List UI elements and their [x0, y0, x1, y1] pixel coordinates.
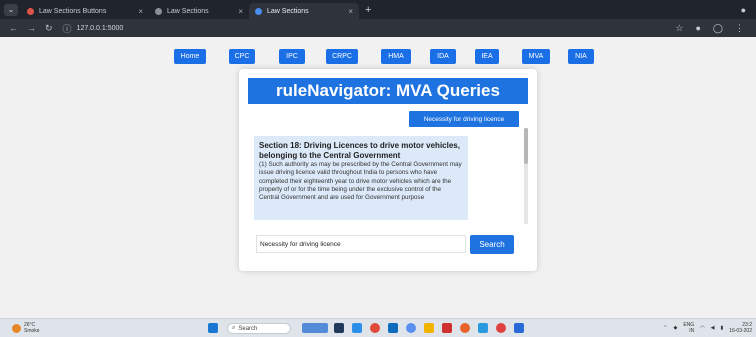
- region-code: IN: [689, 328, 695, 334]
- search-button[interactable]: Search: [470, 235, 514, 254]
- weather-widget[interactable]: 26°C Smoke: [12, 322, 40, 334]
- app-icon-red[interactable]: [496, 323, 506, 333]
- chevron-up-icon[interactable]: ⌃: [663, 325, 667, 331]
- app-icon-orange[interactable]: [460, 323, 470, 333]
- battery-icon[interactable]: ▮: [720, 325, 723, 331]
- query-suggestion-button[interactable]: Necessity for driving licence: [409, 111, 519, 127]
- nav-button-ida[interactable]: IDA: [430, 49, 456, 64]
- nav-button-ipc[interactable]: IPC: [279, 49, 305, 64]
- result-heading: Section 18: Driving Licences to drive mo…: [259, 141, 460, 160]
- copilot-icon[interactable]: [406, 323, 416, 333]
- query-input[interactable]: [256, 235, 466, 253]
- site-info-icon[interactable]: ⓘ: [63, 22, 72, 35]
- windows-start-icon[interactable]: [208, 323, 218, 333]
- youtube-icon[interactable]: [442, 323, 452, 333]
- language-indicator[interactable]: ENG IN: [683, 322, 694, 334]
- bookmark-star-icon[interactable]: ☆: [675, 23, 683, 34]
- nav-button-mva[interactable]: MVA: [522, 49, 550, 64]
- taskbar-search[interactable]: ⌕ Search: [227, 323, 291, 334]
- page-title: ruleNavigator: MVA Queries: [248, 78, 528, 104]
- extension-icon[interactable]: ●: [695, 23, 700, 34]
- weather-desc: Smoke: [24, 328, 40, 334]
- file-explorer-icon[interactable]: [424, 323, 434, 333]
- forward-icon[interactable]: →: [27, 23, 36, 33]
- reload-icon[interactable]: ↻: [45, 23, 53, 34]
- url-text[interactable]: 127.0.0.1:5000: [77, 25, 124, 32]
- tab-law-sections-active[interactable]: Law Sections ×: [249, 3, 359, 19]
- browser-tab-bar: ⌄ Law Sections Buttons × Law Sections × …: [0, 0, 756, 19]
- clock[interactable]: 23:2 16-03-202: [729, 322, 752, 334]
- chrome-icon[interactable]: [370, 323, 380, 333]
- menu-icon[interactable]: ⋮: [735, 23, 744, 34]
- tab-favicon: [255, 7, 262, 15]
- profile-icon[interactable]: ●: [741, 5, 746, 15]
- tab-label: Law Sections Buttons: [39, 7, 107, 15]
- tab-law-sections[interactable]: Law Sections ×: [149, 3, 249, 19]
- volume-icon[interactable]: ◀: [711, 325, 715, 331]
- windows-taskbar: 26°C Smoke ⌕ Search ⌃ ◆ ENG IN ◠ ◀ ▮ 23:…: [0, 318, 756, 337]
- tab-actions-menu[interactable]: ⌄: [4, 3, 18, 16]
- system-tray: ⌃ ◆ ENG IN ◠ ◀ ▮ 23:2 16-03-202: [663, 322, 752, 334]
- tab-label: Law Sections: [167, 7, 209, 15]
- nav-button-iea[interactable]: IEA: [475, 49, 499, 64]
- back-icon[interactable]: ←: [9, 23, 18, 33]
- nav-button-crpc[interactable]: CRPC: [326, 49, 358, 64]
- law-nav-bar: Home CPC IPC CRPC HMA IDA IEA MVA NIA: [0, 49, 756, 65]
- widgets-icon[interactable]: [302, 323, 328, 333]
- url-box[interactable]: ⓘ 127.0.0.1:5000: [61, 22, 124, 34]
- taskbar-search-label: Search: [238, 325, 258, 332]
- close-icon[interactable]: ×: [138, 7, 143, 16]
- result-body: (1) Such authority as may be prescribed …: [259, 161, 462, 202]
- result-section: Section 18: Driving Licences to drive mo…: [254, 136, 468, 220]
- vscode-icon[interactable]: [514, 323, 524, 333]
- profile-avatar-icon[interactable]: ◯: [713, 23, 723, 34]
- clock-date: 16-03-202: [729, 328, 752, 334]
- search-icon: ⌕: [232, 325, 236, 331]
- nav-button-hma[interactable]: HMA: [381, 49, 411, 64]
- tab-law-sections-buttons[interactable]: Law Sections Buttons ×: [21, 3, 149, 19]
- weather-sun-icon: [12, 323, 21, 333]
- results-scrollbar-thumb[interactable]: [524, 128, 528, 164]
- tab-favicon: [27, 7, 34, 15]
- close-icon[interactable]: ×: [238, 7, 243, 16]
- tab-favicon: [155, 7, 162, 15]
- app-icon-blue[interactable]: [478, 323, 488, 333]
- nav-button-cpc[interactable]: CPC: [229, 49, 255, 64]
- nav-button-home[interactable]: Home: [174, 49, 206, 64]
- browser-address-bar: ← → ↻ ⓘ 127.0.0.1:5000 ☆ ● ◯ ⋮: [0, 19, 756, 37]
- chat-icon[interactable]: [352, 323, 362, 333]
- edge-icon[interactable]: [388, 323, 398, 333]
- tray-app-icon[interactable]: ◆: [674, 325, 678, 331]
- new-tab-icon[interactable]: +: [365, 4, 371, 16]
- nav-button-nia[interactable]: NIA: [568, 49, 594, 64]
- task-view-icon[interactable]: [334, 323, 344, 333]
- tab-label: Law Sections: [267, 7, 309, 15]
- close-icon[interactable]: ×: [348, 7, 353, 16]
- wifi-icon[interactable]: ◠: [700, 325, 704, 331]
